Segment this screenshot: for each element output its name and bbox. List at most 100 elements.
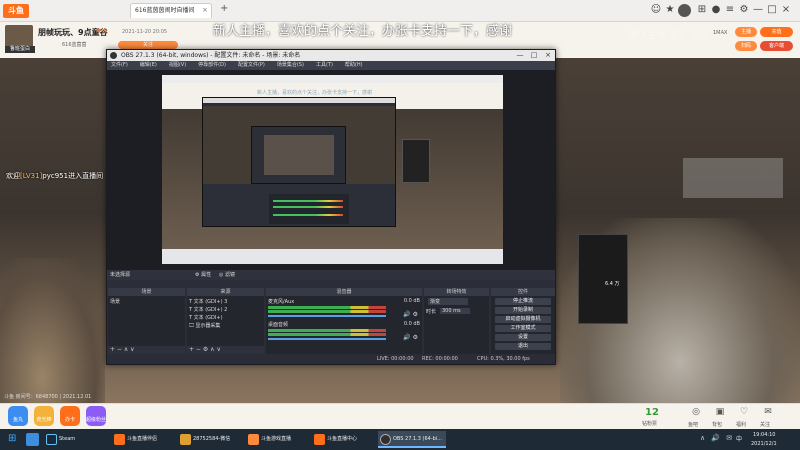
obs-menu-help[interactable]: 帮助(H) <box>345 61 363 70</box>
virtual-camera-button[interactable]: 启动虚拟摄像机 <box>495 316 551 323</box>
nested-obs-window <box>202 97 396 227</box>
douyu-icon <box>114 434 125 445</box>
source-item[interactable]: T 文本 (GDI+) 3 <box>189 298 227 305</box>
tab-close-icon[interactable]: × <box>202 3 208 18</box>
source-item[interactable]: 🖵 显示器采集 <box>189 322 220 329</box>
menu-icon[interactable]: ≡ <box>724 3 736 17</box>
taskbar-app-steam[interactable]: Steam <box>44 431 96 448</box>
input-language[interactable]: 中 <box>736 434 742 443</box>
view-count: 6.4 万 <box>605 281 620 287</box>
obs-window[interactable]: OBS 27.1.3 (64-bit, windows) - 配置文件: 未命名… <box>106 49 556 365</box>
taskbar-app-douyu-companion[interactable]: 斗鱼直播伴侣 <box>112 431 172 448</box>
minimize-icon[interactable]: — <box>752 3 764 17</box>
obs-minimize-icon[interactable]: — <box>513 50 527 61</box>
scene-item[interactable]: 场景 <box>110 298 120 305</box>
rec-timer: REC: 00:00:00 <box>422 356 458 362</box>
taskbar-app-obs[interactable]: OBS 27.1.3 (64-bi... <box>378 431 446 448</box>
mixer-dock-title: 混音器 <box>266 288 422 296</box>
taskbar-app-label: OBS 27.1.3 (64-bi... <box>393 436 442 442</box>
browser-tab[interactable]: 616蓝茵茵闹时自播间 <box>130 3 212 18</box>
exit-button[interactable]: 退出 <box>495 343 551 350</box>
filters-button[interactable]: ◎ 滤镜 <box>219 270 235 281</box>
transition-select[interactable]: 渐变 <box>428 298 468 305</box>
sources-dock-toolbar[interactable]: + − ⚙ ∧ ∨ <box>187 346 264 354</box>
volume-meter <box>268 310 386 313</box>
studio-mode-button[interactable]: 工作室模式 <box>495 325 551 332</box>
recharge-button[interactable]: 充值 <box>760 27 793 37</box>
smile-icon[interactable]: ☺ <box>650 3 662 17</box>
obs-maximize-icon[interactable]: □ <box>527 50 541 61</box>
settings-button[interactable]: 设置 <box>495 334 551 341</box>
mixer-channel-db: 0.0 dB <box>403 298 420 304</box>
nested-obs-title <box>203 98 395 103</box>
obs-close-icon[interactable]: × <box>541 50 555 61</box>
obs-icon <box>380 434 391 445</box>
live-timer: LIVE: 00:00:00 <box>377 356 414 362</box>
duration-input[interactable]: 300 ms <box>440 308 470 314</box>
nested-mixer <box>269 194 349 224</box>
nested-meter <box>273 206 343 208</box>
system-tray[interactable]: ∧ 🔊 ✉ <box>700 434 734 442</box>
obs-menu-tools[interactable]: 工具(T) <box>316 61 333 70</box>
stop-streaming-button[interactable]: 停止推流 <box>495 298 551 305</box>
clock-time[interactable]: 19:04:10 <box>753 432 775 438</box>
source-item[interactable]: T 文本 (GDI+) <box>189 314 223 321</box>
taskbar-app-douyu-game[interactable]: 斗鱼游戏直播 <box>246 431 306 448</box>
maximize-icon[interactable]: □ <box>766 3 778 17</box>
welfare-label: 福利 <box>736 422 747 428</box>
obs-menu-view[interactable]: 视图(V) <box>169 61 186 70</box>
new-tab-button[interactable]: + <box>220 3 228 14</box>
sources-dock: 来源 T 文本 (GDI+) 3 T 文本 (GDI+) 2 T 文本 (GDI… <box>187 288 264 354</box>
scenes-dock-toolbar[interactable]: + − ∧ ∨ <box>108 346 185 354</box>
follow-button[interactable]: 关注 <box>118 41 178 49</box>
obs-menu-edit[interactable]: 编辑(E) <box>140 61 157 70</box>
site-logo[interactable]: 斗鱼 <box>3 4 29 18</box>
close-icon[interactable]: × <box>780 3 792 17</box>
favorite-icon[interactable]: ★ <box>664 3 676 17</box>
obs-title-bar[interactable]: OBS 27.1.3 (64-bit, windows) - 配置文件: 未命名… <box>107 50 555 61</box>
user-avatar[interactable] <box>678 4 691 17</box>
grid-icon[interactable]: ⊞ <box>696 3 708 17</box>
windows-start-icon[interactable]: ⊞ <box>8 433 20 445</box>
controls-dock: 控件 停止推流 开始录制 启动虚拟摄像机 工作室模式 设置 退出 <box>491 288 555 354</box>
game-sign-image <box>578 234 628 324</box>
obs-preview[interactable]: 新人主播，喜欢的点个关注，办张卡支持一下，感谢 <box>107 70 555 269</box>
explorer-icon[interactable] <box>26 433 39 446</box>
properties-button[interactable]: ⚙ 属性 <box>195 270 211 281</box>
avatar-caption: 鲁班蛋白 <box>5 46 35 53</box>
clock-date[interactable]: 2021/12/1 <box>751 441 777 447</box>
taskbar-app-wechat[interactable]: 28752584-微信 <box>178 431 242 448</box>
welcome-message: 欢迎[LV31]pyc951进入直播间 <box>6 171 103 181</box>
obs-menu-profile[interactable]: 配置文件(P) <box>238 61 265 70</box>
volume-slider[interactable] <box>268 338 386 340</box>
gift-superfan[interactable]: 超级粉丝 <box>86 406 106 426</box>
controls-dock-title: 控件 <box>491 288 555 296</box>
fan-ticket-label: 钻粉票 <box>642 421 658 427</box>
gift-fishball[interactable]: 鱼丸 <box>8 406 28 426</box>
gift-glowstick[interactable]: 荧光棒 <box>34 406 54 426</box>
mixer-channel-name: 桌面音频 <box>268 322 289 328</box>
obs-menu-docks[interactable]: 停靠部件(D) <box>198 61 226 70</box>
obs-menu-file[interactable]: 文件(F) <box>111 61 128 70</box>
nested-obs-window-2 <box>251 126 346 184</box>
client-button[interactable]: 客户端 <box>760 41 793 51</box>
room-ticker: 斗鱼 房间号：6848700 | 2021.12.01 <box>4 394 92 400</box>
source-item[interactable]: T 文本 (GDI+) 2 <box>189 306 227 313</box>
volume-slider[interactable] <box>268 315 386 317</box>
transitions-dock-title: 转场特效 <box>424 288 489 296</box>
obs-menu-scene-collection[interactable]: 场景集合(S) <box>277 61 304 70</box>
dot-icon[interactable]: ● <box>710 3 722 17</box>
scenes-dock: 场景 场景 + − ∧ ∨ <box>108 288 185 354</box>
mail-label: 关注 <box>760 422 771 428</box>
speaker-icon[interactable]: 🔊 ⚙ <box>403 334 418 341</box>
taskbar-app-douyu-center[interactable]: 斗鱼直播中心 <box>312 431 372 448</box>
obs-logo-icon <box>110 52 117 59</box>
settings-icon[interactable]: ⚙ <box>738 3 750 17</box>
nested-capture-1: 新人主播，喜欢的点个关注，办张卡支持一下，感谢 <box>162 75 503 264</box>
streamer-button[interactable]: 主播 <box>735 27 757 37</box>
speaker-icon[interactable]: 🔊 ⚙ <box>403 311 418 318</box>
obs-source-toolbar: 未选择源 ⚙ 属性 ◎ 滤镜 <box>107 269 555 280</box>
start-recording-button[interactable]: 开始录制 <box>495 307 551 314</box>
gift-card[interactable]: 办卡 <box>60 406 80 426</box>
scan-button[interactable]: 扫码 <box>735 41 757 51</box>
